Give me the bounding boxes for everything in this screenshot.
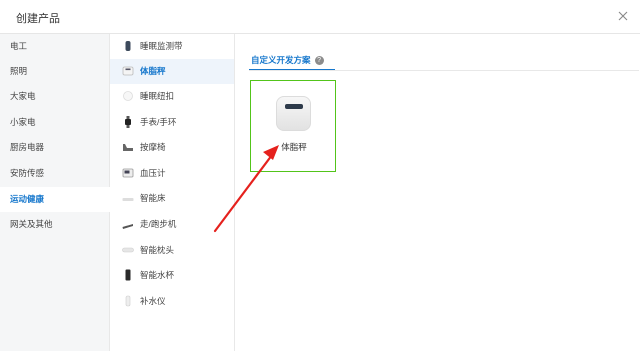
category-item-security-sensors[interactable]: 安防传感 <box>0 161 110 186</box>
category-item-gateway-other[interactable]: 网关及其他 <box>0 212 110 237</box>
humidifier-icon <box>125 295 131 307</box>
scale-screen <box>285 104 303 109</box>
create-product-dialog: 创建产品 电工 照明 大家电 小家电 厨房电器 安防传感 运动健康 网关及其他 … <box>0 0 640 351</box>
subcategory-label: 按摩椅 <box>140 142 166 152</box>
category-item-sports-health[interactable]: 运动健康 <box>0 187 110 212</box>
subcategory-item-cup[interactable]: 智能水杯 <box>110 263 234 288</box>
category-item-kitchen-appliances[interactable]: 厨房电器 <box>0 135 110 160</box>
sleep-button-icon <box>123 91 133 101</box>
sleep-band-icon <box>125 41 131 51</box>
dialog-header: 创建产品 <box>0 0 640 34</box>
dialog-title: 创建产品 <box>16 13 60 25</box>
subcategory-item-watch[interactable]: 手表/手环 <box>110 110 234 135</box>
tab-label: 自定义开发方案 <box>251 55 311 65</box>
subcategory-label: 智能枕头 <box>140 245 175 255</box>
treadmill-icon <box>122 224 133 229</box>
subcategory-item-scale[interactable]: 体脂秤 <box>110 59 234 84</box>
subcategory-item-pillow[interactable]: 智能枕头 <box>110 238 234 263</box>
subcategory-label: 智能水杯 <box>140 270 175 280</box>
category-item-lighting[interactable]: 照明 <box>0 59 110 84</box>
blood-pressure-icon <box>122 168 134 178</box>
scale-icon <box>122 66 134 76</box>
body-fat-scale-image <box>276 96 311 131</box>
subcategory-label: 血压计 <box>140 168 166 178</box>
subcategory-label: 体脂秤 <box>140 66 166 76</box>
subcategory-item-humidifier[interactable]: 补水仪 <box>110 289 234 314</box>
subcategory-label: 睡眠监测带 <box>140 41 183 51</box>
solution-panel: 自定义开发方案? 体脂秤 <box>235 34 640 351</box>
tab-divider <box>249 70 639 71</box>
category-item-electrical[interactable]: 电工 <box>0 34 110 59</box>
massage-chair-icon <box>123 144 133 151</box>
product-card-label: 体脂秤 <box>281 142 307 152</box>
subcategory-item-sleep-band[interactable]: 睡眠监测带 <box>110 34 234 59</box>
smart-bed-icon <box>122 198 134 201</box>
subcategory-label: 走/跑步机 <box>140 219 177 229</box>
subcategory-item-smart-bed[interactable]: 智能床 <box>110 186 234 211</box>
category-item-large-appliances[interactable]: 大家电 <box>0 84 110 109</box>
subcategory-label: 智能床 <box>140 193 166 203</box>
close-icon[interactable] <box>618 11 628 21</box>
subcategory-item-sleep-button[interactable]: 睡眠纽扣 <box>110 84 234 109</box>
subcategory-label: 补水仪 <box>140 296 166 306</box>
subcategory-label: 手表/手环 <box>140 117 177 127</box>
category-item-small-appliances[interactable]: 小家电 <box>0 110 110 135</box>
subcategory-item-treadmill[interactable]: 走/跑步机 <box>110 212 234 237</box>
pillow-icon <box>122 247 134 253</box>
subcategory-label: 睡眠纽扣 <box>140 91 175 101</box>
help-icon[interactable]: ? <box>314 56 324 65</box>
tab-custom-development[interactable]: 自定义开发方案? <box>251 50 324 70</box>
category-list: 电工 照明 大家电 小家电 厨房电器 安防传感 运动健康 网关及其他 <box>0 34 110 351</box>
subcategory-item-blood-pressure[interactable]: 血压计 <box>110 161 234 186</box>
cup-icon <box>125 269 131 281</box>
product-card-body-fat-scale[interactable]: 体脂秤 <box>250 80 336 172</box>
subcategory-list: 睡眠监测带 体脂秤 睡眠纽扣 手表/手环 按摩椅 血压计 智能床 走/跑步机 智… <box>110 34 235 351</box>
subcategory-item-massage-chair[interactable]: 按摩椅 <box>110 135 234 160</box>
watch-icon <box>125 116 131 128</box>
